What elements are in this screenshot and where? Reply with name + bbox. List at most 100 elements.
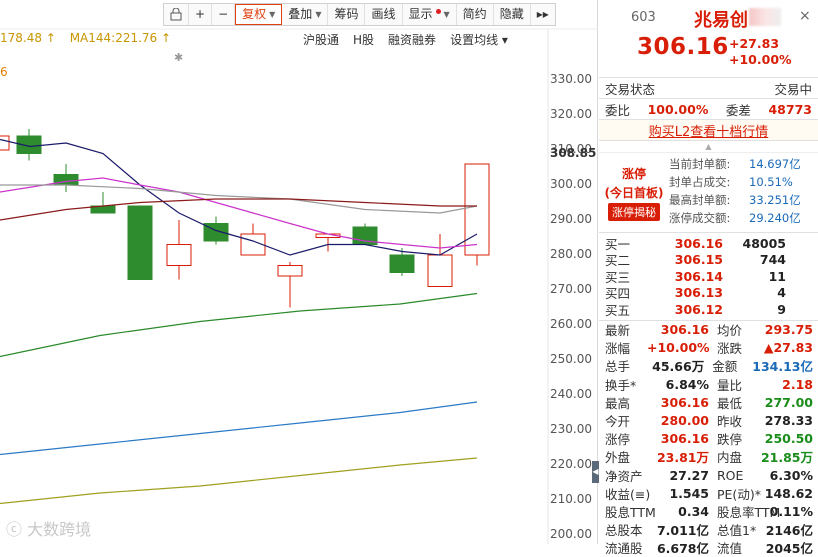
stat-value: 278.33: [764, 413, 813, 429]
close-icon[interactable]: ×: [799, 8, 811, 24]
ma5-line: [0, 138, 478, 256]
stats-row: 换手* 6.84% 量比 2.18: [599, 375, 818, 393]
toolbar-item-label: 画线: [371, 7, 396, 21]
toolbar-item-8[interactable]: 简约: [457, 4, 494, 25]
price-tick: 300.00: [550, 177, 592, 191]
quote-header: 603 兆易创 × 306.16 +27.83 +10.00%: [599, 0, 818, 78]
limit-up-reveal-button[interactable]: 涨停揭秘: [608, 202, 660, 221]
toolbar-item-label: 隐藏: [499, 7, 524, 21]
ma144-line: [0, 457, 478, 505]
limit-up-row-label: 最高封单额:: [669, 193, 731, 207]
limit-up-subtitle: (今日首板): [604, 185, 664, 200]
stat-value: 148.62: [764, 485, 813, 501]
stats-row: 外盘 23.81万 内盘 21.85万: [599, 448, 818, 466]
stat-value: 1.545: [669, 485, 709, 501]
candle-body: [277, 265, 303, 277]
stock-code: 603: [631, 10, 656, 25]
stat-value: 306.16: [660, 394, 709, 410]
toolbar-item-1[interactable]: +: [189, 4, 213, 25]
stat-label: 股息率TTM: [717, 504, 781, 520]
candle-body: [389, 254, 415, 273]
stat-value: 23.81万: [656, 450, 709, 466]
stat-label: 流值: [717, 541, 743, 557]
stat-value: 0.34: [678, 503, 709, 519]
price-tick: 280.00: [550, 247, 592, 261]
toolbar-item-3[interactable]: 复权 ▼: [235, 4, 283, 25]
quote-panel: 603 兆易创 × 306.16 +27.83 +10.00% 交易状态 交易中…: [599, 0, 818, 556]
stat-value: 134.13亿: [752, 359, 814, 375]
trading-state-row: 交易状态 交易中: [599, 78, 818, 99]
toolbar-item-6[interactable]: 画线: [365, 4, 403, 25]
toolbar-item-2[interactable]: −: [212, 4, 236, 25]
stat-label: 收益(≡): [605, 486, 651, 502]
change-value: +27.83: [729, 36, 780, 51]
price-tick: 320.00: [550, 107, 592, 121]
limit-up-row-value: 14.697亿: [749, 157, 801, 171]
price-tick: 230.00: [550, 422, 592, 436]
collapse-panel-arrow-icon[interactable]: ◀: [592, 461, 599, 483]
price-axis: 330.00 320.00 310.00 300.00 290.00 280.00 270.…: [528, 0, 598, 544]
weibi-label: 委比: [605, 102, 631, 118]
limit-up-title: 涨停: [621, 166, 646, 181]
chart-toolbar: + − 复权 ▼ 叠加 ▼ 筹码 画线 显示 ▼ 简约 隐藏 ▸▸: [163, 3, 556, 26]
l2-link-text[interactable]: 购买L2查看十档行情: [649, 121, 769, 140]
stat-value: 6.30%: [769, 467, 813, 483]
stats-row: 最新 306.16 均价 293.75: [599, 321, 818, 339]
stat-label: PE(动)*: [717, 486, 761, 502]
stat-value: 293.75: [764, 322, 813, 338]
collapse-toggle-icon[interactable]: ▲: [599, 141, 818, 153]
stat-value: 2146亿: [765, 523, 813, 539]
l2-upgrade-link[interactable]: 购买L2查看十档行情: [599, 119, 818, 141]
bid-price: 306.13: [674, 285, 723, 301]
order-book-row: 买五 306.12 9: [599, 301, 818, 318]
change-pct: +10.00%: [729, 52, 792, 67]
bid-qty: 48005: [742, 235, 787, 251]
stat-label: 量比: [717, 377, 743, 393]
stat-label: 股息TTM: [605, 504, 656, 520]
candle-body: [166, 244, 192, 266]
order-book-row: 买四 306.13 4: [599, 285, 818, 301]
toolbar-item-5[interactable]: 筹码: [328, 4, 366, 25]
chart-link-1[interactable]: H股: [353, 31, 374, 48]
notification-dot: [435, 9, 441, 14]
stat-value: 280.00: [660, 413, 709, 429]
toolbar-item-7[interactable]: 显示 ▼: [403, 4, 457, 25]
limit-up-row-label: 当前封单额:: [669, 157, 731, 171]
stat-label: 最高: [605, 395, 631, 411]
bid-qty: 9: [777, 301, 786, 317]
stat-value: +10.00%: [647, 340, 710, 356]
stats-table: 最新 306.16 均价 293.75 涨幅 +10.00% 涨跌 ▲27.83 总手 45.66…: [599, 321, 818, 557]
price-tick: 210.00: [550, 492, 592, 506]
candle-body: [427, 254, 453, 287]
stats-row: 总股本 7.011亿 总值1* 2146亿: [599, 521, 818, 539]
ma-legend: 178.48 ↑ MA144:221.76 ↑: [0, 31, 181, 45]
price-tick: 260.00: [550, 317, 592, 331]
lock-icon[interactable]: [164, 4, 189, 25]
bid-price: 306.15: [674, 252, 723, 268]
toolbar-item-9[interactable]: 隐藏: [494, 4, 531, 25]
kline-chart-area[interactable]: + − 复权 ▼ 叠加 ▼ 筹码 画线 显示 ▼ 简约 隐藏 ▸▸ 178.48 ↑ MA144:221…: [0, 0, 599, 544]
caret-down-icon: ▼: [315, 10, 322, 19]
price-tick: 240.00: [550, 387, 592, 401]
stat-label: 总手: [605, 359, 631, 375]
stats-row: 收益(≡) 1.545 PE(动)* 148.62: [599, 484, 818, 502]
last-price: 306.16: [637, 34, 729, 60]
toolbar-item-4[interactable]: 叠加 ▼: [282, 4, 329, 25]
stat-value: 306.16: [660, 322, 709, 338]
kline-chart-svg[interactable]: [0, 0, 598, 544]
stat-label: 内盘: [717, 450, 743, 466]
chart-link-0[interactable]: 沪股通: [303, 31, 339, 48]
stat-value: ▲27.83: [763, 340, 813, 356]
chart-link-2[interactable]: 融资融券: [388, 31, 436, 48]
stat-label: 涨跌: [717, 341, 743, 357]
limit-up-details: 当前封单额: 14.697亿 封单占成交: 10.51% 最高封单额: 33.251亿 涨停…: [669, 153, 818, 232]
stat-label: 最新: [605, 323, 631, 339]
stat-label: 昨收: [717, 414, 743, 430]
stats-row: 涨停 306.16 跌停 250.50: [599, 430, 818, 448]
toolbar-item-label: 筹码: [334, 7, 359, 21]
stat-label: 流通股: [605, 541, 643, 557]
stat-value: 21.85万: [760, 450, 813, 466]
stats-row: 涨幅 +10.00% 涨跌 ▲27.83: [599, 339, 818, 357]
chart-link-3[interactable]: 设置均线 ▾: [450, 31, 508, 48]
stat-value: 45.66万: [652, 359, 705, 375]
